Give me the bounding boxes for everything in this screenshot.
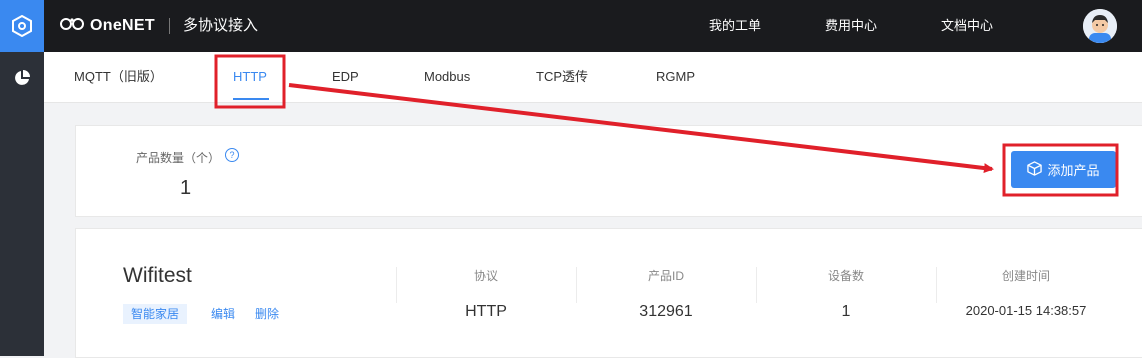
summary-card: 产品数量（个） ? 1 添加产品 [75,125,1142,217]
protocol-value: HTTP [465,303,507,320]
created-time-column: 创建时间 2020-01-15 14:38:57 [946,267,1106,318]
left-rail [0,0,44,356]
my-tickets-link[interactable]: 我的工单 [709,0,761,52]
box-icon [1027,160,1043,179]
device-count-column: 设备数 1 [766,267,926,321]
protocol-label: 协议 [473,269,498,283]
device-count-label: 设备数 [827,269,864,283]
column-divider [576,267,577,303]
user-avatar-icon[interactable] [1083,9,1117,43]
tab-rgmp[interactable]: RGMP [656,52,695,102]
header-divider [169,18,170,34]
tab-mqtt[interactable]: MQTT（旧版） [74,52,163,102]
protocol-column: 协议 HTTP [406,267,566,321]
tab-http[interactable]: HTTP [233,52,267,102]
product-count-value: 1 [180,177,192,199]
product-count-label: 产品数量（个） [136,151,221,165]
edit-link[interactable]: 编辑 [211,304,235,324]
docs-center-link[interactable]: 文档中心 [941,0,993,52]
product-id-label: 产品ID [647,269,684,283]
active-tab-indicator [233,98,269,100]
created-time-value: 2020-01-15 14:38:57 [965,303,1087,318]
product-id-column: 产品ID 312961 [586,267,746,321]
billing-center-link[interactable]: 费用中心 [825,0,877,52]
add-product-button[interactable]: 添加产品 [1011,151,1116,188]
hexagon-logo-icon[interactable] [0,0,44,52]
product-id-value: 312961 [639,303,693,320]
product-name[interactable]: Wifitest [123,264,192,288]
column-divider [396,267,397,303]
category-tag: 智能家居 [123,304,188,324]
created-time-label: 创建时间 [1001,269,1050,283]
column-divider [936,267,937,303]
tab-modbus[interactable]: Modbus [424,52,470,102]
tab-edp[interactable]: EDP [332,52,359,102]
protocol-tabs: MQTT（旧版） HTTP EDP Modbus TCP透传 RGMP [44,52,1142,103]
help-icon[interactable]: ? [225,148,239,162]
page-title: 多协议接入 [183,17,259,34]
pie-chart-icon[interactable] [0,60,44,96]
brand-logo[interactable]: OneNET [60,0,155,52]
brand-name: OneNET [90,17,155,34]
onenet-logo-icon [60,17,86,36]
product-card: Wifitest 智能家居 编辑 删除 协议 HTTP 产品ID 312961 … [75,228,1142,358]
add-product-label: 添加产品 [1047,163,1100,178]
column-divider [756,267,757,303]
delete-link[interactable]: 删除 [255,304,279,324]
top-bar: OneNET 多协议接入 我的工单 费用中心 文档中心 [44,0,1142,52]
tab-tcp[interactable]: TCP透传 [536,52,588,102]
device-count-value: 1 [841,303,851,320]
